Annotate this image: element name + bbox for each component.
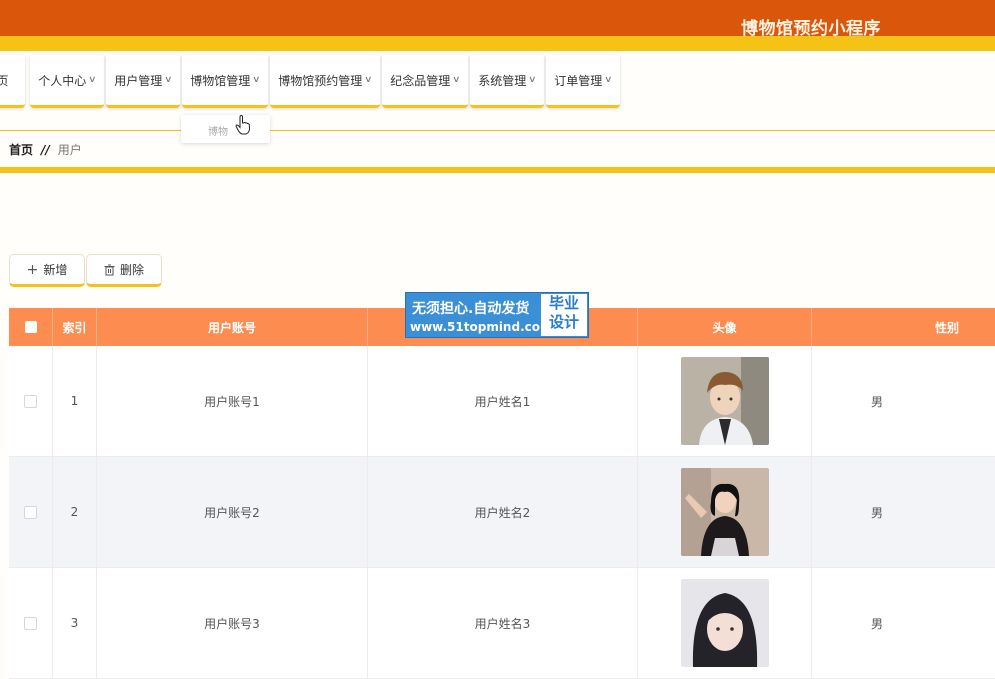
breadcrumb-stripe	[0, 167, 995, 173]
plus-icon: +	[26, 261, 39, 278]
delete-button[interactable]: 删除	[86, 254, 162, 287]
row-checkbox[interactable]	[24, 394, 37, 408]
row-checkbox-cell	[9, 346, 53, 456]
cell-avatar	[638, 346, 812, 456]
cell-account: 用户账号2	[97, 457, 368, 567]
avatar[interactable]	[680, 579, 769, 667]
gender-text: 男	[870, 394, 883, 409]
header-stripe	[0, 36, 995, 51]
watermark-badge-line2: 设计	[548, 313, 579, 331]
watermark-badge-line1: 毕业	[548, 294, 579, 312]
chevron-down-icon: ∨	[604, 75, 613, 85]
hand-cursor-icon	[235, 115, 251, 135]
cell-name: 用户姓名2	[368, 457, 638, 567]
nav-item-personal-center[interactable]: 个人中心 ∨	[30, 55, 104, 108]
nav-label: 用户管理	[114, 73, 163, 88]
gender-text: 男	[870, 616, 883, 631]
row-checkbox[interactable]	[24, 505, 37, 519]
breadcrumb-home[interactable]: 首页	[9, 143, 33, 157]
nav-item-museum-management[interactable]: 博物馆管理 ∨	[182, 55, 268, 108]
nav-item-home[interactable]: 页	[0, 55, 25, 108]
chevron-down-icon: ∨	[164, 75, 173, 85]
nav-label: 个人中心	[38, 73, 87, 88]
column-header-account[interactable]: 用户账号	[97, 308, 368, 346]
top-header: 博物馆预约小程序	[0, 0, 995, 39]
chevron-down-icon: ∨	[252, 75, 261, 85]
row-checkbox-cell	[9, 457, 53, 567]
nav-label: 纪念品管理	[390, 73, 451, 88]
cell-index: 2	[53, 457, 97, 567]
column-header-index[interactable]: 索引	[53, 308, 97, 346]
avatar[interactable]	[680, 468, 769, 556]
breadcrumb-current: 用户	[57, 143, 82, 157]
cell-account: 用户账号3	[97, 568, 368, 678]
nav-item-souvenir-management[interactable]: 纪念品管理 ∨	[382, 55, 468, 108]
chevron-down-icon: ∨	[452, 75, 461, 85]
watermark-slogan: 无须担心.自动发货	[412, 301, 530, 317]
nav-item-order-management[interactable]: 订单管理 ∨	[546, 55, 620, 108]
chevron-down-icon: ∨	[364, 75, 373, 85]
watermark-url: www.51topmind.com	[410, 320, 553, 334]
cell-gender: 男	[812, 346, 995, 456]
nav-label: 博物馆预约管理	[278, 73, 363, 88]
cell-gender: 男	[812, 568, 995, 678]
nav-label: 页	[0, 73, 9, 88]
dropdown-item-museum[interactable]: 博物	[208, 123, 228, 138]
add-button[interactable]: + 新增	[9, 254, 85, 287]
chevron-down-icon: ∨	[88, 75, 97, 85]
breadcrumb-separator: //	[41, 143, 50, 157]
table-row[interactable]: 1 用户账号1 用户姓名1 男	[9, 346, 995, 457]
select-all-cell	[9, 308, 53, 346]
table-row[interactable]: 3 用户账号3 用户姓名3 男	[9, 568, 995, 679]
nav-item-museum-booking-management[interactable]: 博物馆预约管理 ∨	[270, 55, 380, 108]
watermark-badge: 毕业 设计	[541, 294, 587, 336]
breadcrumb: 首页 // 用户	[9, 141, 82, 158]
cell-name: 用户姓名1	[368, 346, 638, 456]
watermark-banner: 无须担心.自动发货 www.51topmind.com 毕业 设计	[405, 292, 589, 338]
nav-item-user-management[interactable]: 用户管理 ∨	[106, 55, 180, 108]
cell-name: 用户姓名3	[368, 568, 638, 678]
cell-gender: 男	[812, 457, 995, 567]
cell-avatar	[638, 568, 812, 678]
chevron-down-icon: ∨	[528, 75, 537, 85]
row-checkbox[interactable]	[24, 616, 37, 630]
nav-label: 订单管理	[554, 73, 603, 88]
nav-label: 博物馆管理	[190, 73, 251, 88]
column-header-gender[interactable]: 性别	[812, 308, 995, 346]
cell-index: 3	[53, 568, 97, 678]
cell-account: 用户账号1	[97, 346, 368, 456]
nav-label: 系统管理	[478, 73, 527, 88]
add-button-label: 新增	[43, 263, 68, 277]
column-header-avatar[interactable]: 头像	[638, 308, 812, 346]
row-checkbox-cell	[9, 568, 53, 678]
gender-text: 男	[870, 505, 883, 520]
select-all-checkbox[interactable]	[24, 321, 37, 333]
cell-avatar	[638, 457, 812, 567]
cell-index: 1	[53, 346, 97, 456]
nav-item-system-management[interactable]: 系统管理 ∨	[470, 55, 544, 108]
nav-divider	[0, 130, 995, 131]
delete-button-label: 删除	[119, 263, 144, 277]
avatar[interactable]	[680, 357, 769, 445]
table-row[interactable]: 2 用户账号2 用户姓名2 男	[9, 457, 995, 568]
trash-icon	[104, 264, 115, 275]
nav-dropdown-menu: 博物	[181, 115, 270, 143]
